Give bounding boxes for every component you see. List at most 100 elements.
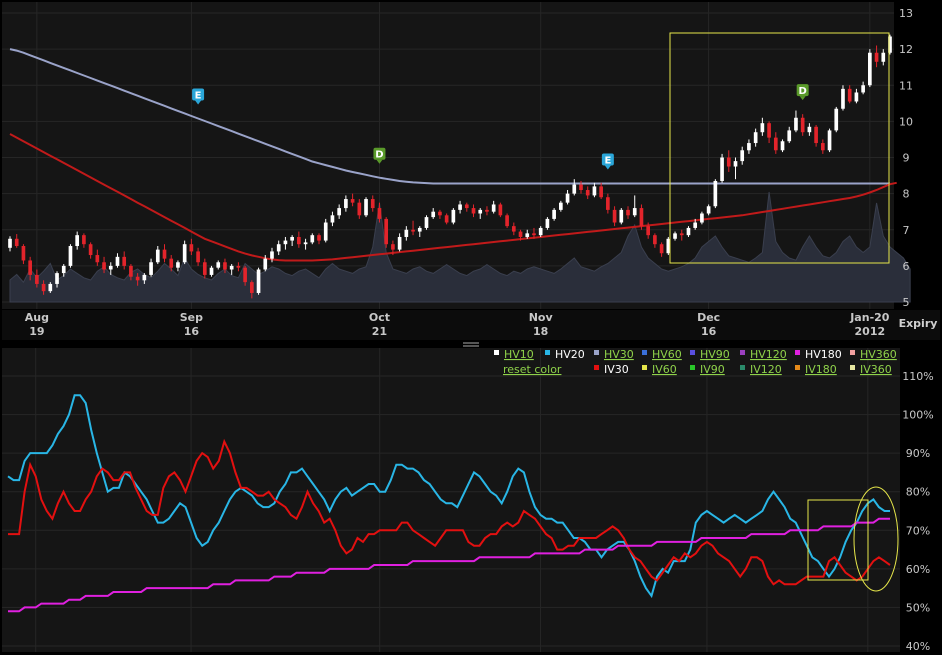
legend-swatch xyxy=(494,350,499,355)
candle-body xyxy=(162,249,167,259)
candle-body xyxy=(572,184,577,194)
legend-swatch xyxy=(545,350,550,355)
candle-body xyxy=(108,265,113,270)
candle-body xyxy=(552,209,556,219)
volatility-tick-label: 80% xyxy=(906,486,930,499)
candle-body xyxy=(485,209,489,212)
candlestick xyxy=(834,106,839,133)
candlestick xyxy=(841,85,845,111)
candle-body xyxy=(592,186,597,196)
candle-body xyxy=(249,282,254,293)
candle-body xyxy=(612,209,617,223)
candle-body xyxy=(720,157,724,181)
candle-body xyxy=(317,235,321,241)
legend-label: IV60 xyxy=(652,363,677,376)
candle-body xyxy=(800,117,805,133)
candle-body xyxy=(95,255,100,263)
candlestick xyxy=(364,197,368,218)
volatility-tick-label: 70% xyxy=(906,524,930,537)
legend-label: IV360 xyxy=(860,363,892,376)
candle-body xyxy=(726,157,731,167)
candle-body xyxy=(384,218,389,245)
legend-label: reset color xyxy=(503,363,562,376)
price-tick-label: 7 xyxy=(903,224,910,237)
candle-body xyxy=(41,283,46,292)
candlestick xyxy=(827,128,832,153)
candle-body xyxy=(8,238,12,248)
candle-body xyxy=(753,132,758,144)
candle-body xyxy=(303,242,308,245)
candle-body xyxy=(679,233,684,236)
candle-body xyxy=(733,161,738,167)
candle-body xyxy=(236,265,241,268)
candle-body xyxy=(565,193,570,203)
candle-body xyxy=(478,209,483,214)
legend-swatch xyxy=(642,350,647,355)
candle-body xyxy=(102,262,106,270)
candle-body xyxy=(344,199,348,209)
candle-body xyxy=(807,126,812,133)
candle-body xyxy=(814,126,818,144)
candle-body xyxy=(639,208,644,227)
legend-swatch xyxy=(740,365,745,370)
candle-body xyxy=(115,256,120,266)
candlestick xyxy=(720,153,724,183)
candle-body xyxy=(14,238,19,247)
candle-body xyxy=(606,197,610,210)
x-day-label: 18 xyxy=(533,325,548,338)
candle-body xyxy=(847,88,852,102)
candle-body xyxy=(88,244,93,256)
candle-body xyxy=(216,262,221,268)
legend-label: HV20 xyxy=(555,348,585,361)
candle-body xyxy=(364,199,368,216)
candle-body xyxy=(48,283,53,292)
candle-body xyxy=(21,246,26,261)
candle-body xyxy=(673,233,677,239)
candle-body xyxy=(653,235,657,245)
price-tick-label: 13 xyxy=(899,7,913,20)
candle-body xyxy=(209,267,214,275)
legend-swatch xyxy=(795,350,800,355)
x-day-label: 19 xyxy=(29,325,44,338)
legend-label: IV180 xyxy=(805,363,837,376)
price-tick-label: 8 xyxy=(903,188,910,201)
date-axis: Aug19Sep16Oct21Nov18Dec16Jan-202012 Expi… xyxy=(2,310,940,340)
marker-label: D xyxy=(799,86,807,97)
legend-label: HV60 xyxy=(652,348,682,361)
legend-label: HV90 xyxy=(700,348,730,361)
legend-label: HV360 xyxy=(860,348,897,361)
candle-body xyxy=(391,244,395,250)
x-day-label: 21 xyxy=(372,325,387,338)
legend-label: IV120 xyxy=(750,363,782,376)
candle-body xyxy=(169,258,174,268)
volatility-panel[interactable]: 110% 100% 90% 80% 70% 60% 50% 40% HV10 HV20 HV30 H… xyxy=(2,348,934,653)
candle-body xyxy=(659,244,664,254)
candlestick xyxy=(619,208,624,225)
candlestick xyxy=(384,217,389,248)
candle-body xyxy=(135,276,140,281)
marker-label: E xyxy=(604,156,611,167)
candle-body xyxy=(518,231,523,237)
candle-body xyxy=(464,204,469,209)
price-tick-label: 10 xyxy=(899,115,913,128)
volatility-tick-label: 40% xyxy=(906,640,930,653)
candle-body xyxy=(713,180,718,207)
volatility-plot-area xyxy=(2,348,900,652)
candle-body xyxy=(881,52,886,62)
candle-body xyxy=(458,204,462,210)
candlestick xyxy=(424,215,429,230)
candle-body xyxy=(35,274,39,284)
candlestick xyxy=(505,213,509,228)
candle-body xyxy=(585,190,590,196)
reset-color-link[interactable]: reset color xyxy=(503,363,562,376)
candle-body xyxy=(122,256,127,266)
candle-body xyxy=(270,251,274,259)
candle-body xyxy=(256,269,261,293)
price-panel[interactable]: 13 12 11 10 9 8 7 6 5 E D E D xyxy=(2,2,913,309)
candle-body xyxy=(874,52,879,62)
candle-body xyxy=(747,143,751,151)
legend-label: HV120 xyxy=(750,348,787,361)
candle-body xyxy=(283,240,288,245)
candle-body xyxy=(706,206,711,214)
volatility-tick-label: 60% xyxy=(906,563,930,576)
